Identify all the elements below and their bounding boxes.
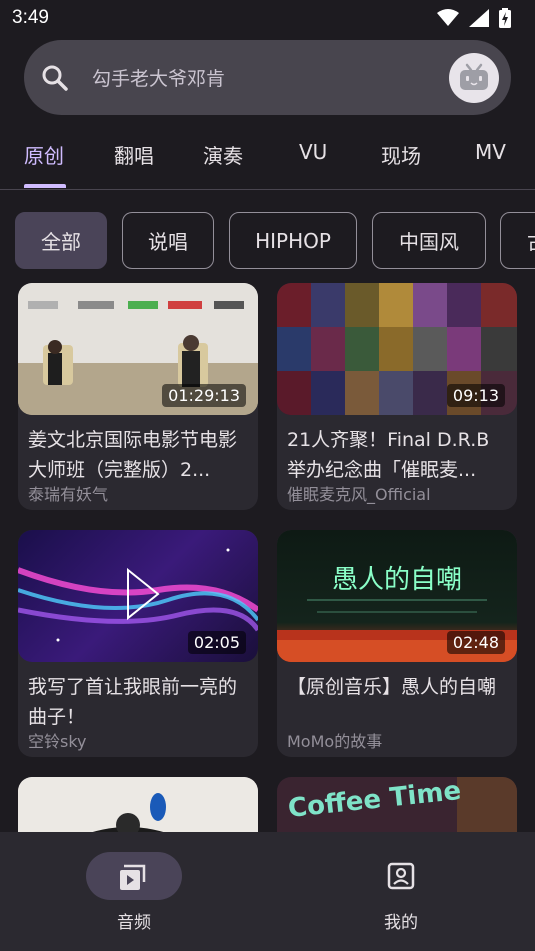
video-card[interactable]: 愚人的自嘲 02:48 【原创音乐】愚人的自嘲 MoMo的故事	[277, 530, 517, 757]
nav-mine[interactable]: 我的	[353, 852, 449, 933]
tab-cover[interactable]: 翻唱	[114, 140, 154, 169]
status-time: 3:49	[12, 7, 49, 28]
thumbnail-text: 愚人的自嘲	[332, 565, 462, 595]
category-tabs: 原创 翻唱 演奏 VU 现场 MV	[0, 130, 535, 190]
nav-audio-pill[interactable]	[86, 852, 182, 900]
status-bar: 3:49	[0, 0, 535, 36]
video-card[interactable]: 02:05 我写了首让我眼前一亮的曲子！ 空铃sky	[18, 530, 258, 757]
tab-indicator	[24, 184, 66, 188]
tab-mv[interactable]: MV	[475, 140, 506, 164]
video-duration: 02:48	[446, 631, 505, 654]
signal-icon	[469, 9, 489, 27]
video-card[interactable]: 01:29:13 姜文北京国际电影节电影大师班（完整版）2... 泰瑞有妖气	[18, 283, 258, 510]
video-title: 我写了首让我眼前一亮的曲子！	[28, 676, 238, 728]
chip-rap[interactable]: 说唱	[122, 212, 214, 269]
search-icon[interactable]	[40, 63, 70, 93]
video-thumbnail[interactable]: 愚人的自嘲 02:48	[277, 530, 517, 662]
nav-mine-pill[interactable]	[353, 852, 449, 900]
search-bar[interactable]: 勾手老大爷邓肯	[24, 40, 511, 115]
video-thumbnail[interactable]: 09:13	[277, 283, 517, 415]
bottom-navigation: 音频 我的	[0, 832, 535, 951]
video-duration: 01:29:13	[162, 384, 246, 407]
tab-original[interactable]: 原创	[24, 140, 64, 169]
status-icons	[437, 8, 511, 28]
chip-ancient[interactable]: 古	[500, 212, 535, 269]
video-title: 21人齐聚！Final D.R.B举办纪念曲「催眠麦...	[287, 429, 490, 481]
nav-audio-label[interactable]: 音频	[117, 908, 151, 933]
tab-vu[interactable]: VU	[299, 140, 327, 164]
video-author: MoMo的故事	[287, 732, 383, 751]
wifi-icon	[437, 9, 459, 26]
nav-audio[interactable]: 音频	[86, 852, 182, 933]
chip-all[interactable]: 全部	[15, 212, 107, 269]
bilibili-tv-icon	[460, 63, 488, 90]
search-placeholder[interactable]: 勾手老大爷邓肯	[92, 64, 449, 91]
video-duration: 09:13	[446, 384, 505, 407]
account-box-icon	[387, 862, 415, 890]
video-title: 姜文北京国际电影节电影大师班（完整版）2...	[28, 429, 238, 481]
video-card[interactable]: 09:13 21人齐聚！Final D.R.B举办纪念曲「催眠麦... 催眠麦克…	[277, 283, 517, 510]
video-library-icon	[120, 864, 146, 890]
video-title: 【原创音乐】愚人的自嘲	[287, 676, 497, 698]
avatar[interactable]	[449, 52, 499, 103]
chip-hiphop[interactable]: HIPHOP	[229, 212, 357, 269]
tab-performance[interactable]: 演奏	[203, 140, 243, 169]
chip-chinese-style[interactable]: 中国风	[372, 212, 486, 269]
filter-chips: 全部 说唱 HIPHOP 中国风 古	[0, 212, 535, 270]
tab-live[interactable]: 现场	[381, 140, 421, 169]
video-thumbnail[interactable]: 01:29:13	[18, 283, 258, 415]
nav-mine-label[interactable]: 我的	[384, 908, 418, 933]
battery-icon	[499, 8, 511, 28]
video-author: 催眠麦克风_Official	[287, 485, 431, 504]
video-author: 空铃sky	[28, 732, 87, 751]
video-duration: 02:05	[187, 631, 246, 654]
video-thumbnail[interactable]: 02:05	[18, 530, 258, 662]
